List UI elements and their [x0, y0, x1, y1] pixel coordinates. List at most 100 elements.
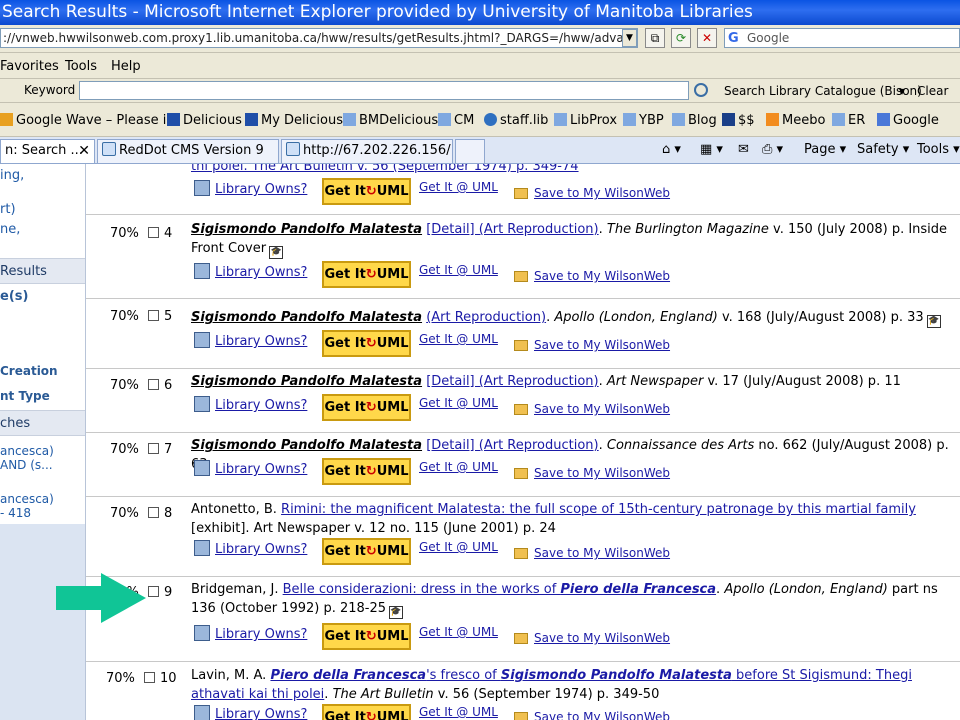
page-menu[interactable]: Page ▾: [804, 142, 846, 157]
library-owns-link[interactable]: Library Owns?: [194, 263, 307, 280]
link-bmdelicious[interactable]: BMDelicious: [343, 113, 438, 128]
sidebar-link[interactable]: rt): [0, 202, 16, 217]
sidebar-search-link[interactable]: - 418: [0, 506, 31, 520]
library-owns-link[interactable]: Library Owns?: [194, 396, 307, 413]
clear-button[interactable]: Clear: [917, 84, 948, 98]
link-ybp[interactable]: YBP: [623, 113, 664, 128]
result-divider: [86, 496, 960, 497]
url-field[interactable]: ://vnweb.hwwilsonweb.com.proxy1.lib.uman…: [0, 28, 638, 48]
link-money[interactable]: $$: [722, 113, 755, 128]
sidebar-link-type[interactable]: nt Type: [0, 389, 50, 403]
get-it-uml-button[interactable]: Get It↻UML: [322, 330, 411, 357]
result-checkbox[interactable]: [148, 227, 159, 238]
get-it-uml-button[interactable]: Get It↻UML: [322, 261, 411, 288]
results-list: thi polei. The Art Bulletin v. 56 (Septe…: [86, 164, 960, 720]
new-tab-button[interactable]: [455, 139, 485, 163]
sidebar-link[interactable]: ing,: [0, 168, 24, 183]
save-to-wilsonweb-link[interactable]: Save to My WilsonWeb: [514, 269, 670, 283]
save-to-wilsonweb-link[interactable]: Save to My WilsonWeb: [514, 710, 670, 720]
ie-page-icon: [623, 113, 636, 126]
tab-search-results[interactable]: n: Search ... ✕: [0, 139, 95, 163]
link-google-wave[interactable]: Google Wave – Please i...: [0, 113, 179, 128]
tools-menu[interactable]: Tools ▾: [917, 142, 960, 157]
result-checkbox[interactable]: [148, 586, 159, 597]
sidebar-search-link[interactable]: ancesca): [0, 492, 54, 506]
keyword-input[interactable]: [79, 81, 689, 100]
save-to-wilsonweb-link[interactable]: Save to My WilsonWeb: [514, 546, 670, 560]
link-google[interactable]: Google: [877, 113, 939, 128]
get-it-uml-button[interactable]: Get It↻UML: [322, 538, 411, 565]
library-owns-link[interactable]: Library Owns?: [194, 625, 307, 642]
search-catalogue-button[interactable]: Search Library Catalogue (Bison): [724, 84, 922, 98]
feeds-icon[interactable]: ▦ ▾: [700, 142, 723, 157]
get-it-uml-button[interactable]: Get It↻UML: [322, 394, 411, 421]
safety-menu[interactable]: Safety ▾: [857, 142, 909, 157]
link-cm[interactable]: CM: [438, 113, 474, 128]
link-delicious[interactable]: Delicious: [167, 113, 242, 128]
get-it-at-uml-link[interactable]: Get It @ UML: [419, 705, 498, 719]
save-to-wilsonweb-link[interactable]: Save to My WilsonWeb: [514, 186, 670, 200]
tab-ip-address[interactable]: http://67.202.226.156/...: [281, 139, 453, 163]
save-to-wilsonweb-link[interactable]: Save to My WilsonWeb: [514, 402, 670, 416]
folder-icon: [514, 404, 528, 415]
save-to-wilsonweb-link[interactable]: Save to My WilsonWeb: [514, 631, 670, 645]
result-checkbox[interactable]: [148, 507, 159, 518]
sidebar-link[interactable]: ne,: [0, 222, 20, 237]
keyword-dropdown[interactable]: Keyword ▾: [24, 83, 85, 97]
get-it-uml-button[interactable]: Get It↻UML: [322, 458, 411, 485]
sidebar-search-link[interactable]: AND (s...: [0, 458, 53, 472]
ie-page-icon: [672, 113, 685, 126]
delicious-icon: [245, 113, 258, 126]
sidebar-search-link[interactable]: ancesca): [0, 444, 54, 458]
menu-favorites[interactable]: Favorites: [0, 59, 59, 74]
save-to-wilsonweb-link[interactable]: Save to My WilsonWeb: [514, 338, 670, 352]
catalogue-dropdown-icon[interactable]: ▾: [899, 84, 905, 98]
save-to-wilsonweb-link[interactable]: Save to My WilsonWeb: [514, 466, 670, 480]
get-it-at-uml-link[interactable]: Get It @ UML: [419, 332, 498, 346]
link-my-delicious[interactable]: My Delicious: [245, 113, 343, 128]
result-title-link[interactable]: Belle considerazioni: dress in the works…: [283, 582, 716, 597]
result-checkbox[interactable]: [148, 379, 159, 390]
result-divider: [86, 368, 960, 369]
search-icon[interactable]: [694, 83, 708, 97]
result-checkbox[interactable]: [144, 672, 155, 683]
get-it-at-uml-link[interactable]: Get It @ UML: [419, 460, 498, 474]
stop-icon[interactable]: ✕: [697, 28, 717, 48]
link-er[interactable]: ER: [832, 113, 865, 128]
result-number: 5: [164, 309, 173, 324]
print-icon[interactable]: ⎙ ▾: [762, 142, 783, 157]
compat-view-icon[interactable]: ⧉: [645, 28, 665, 48]
get-it-at-uml-link[interactable]: Get It @ UML: [419, 396, 498, 410]
ie-page-icon: [832, 113, 845, 126]
result-checkbox[interactable]: [148, 310, 159, 321]
get-it-uml-button[interactable]: Get It↻UML: [322, 623, 411, 650]
menu-help[interactable]: Help: [111, 59, 141, 74]
library-owns-link[interactable]: Library Owns?: [194, 332, 307, 349]
left-sidebar: ing, rt) ne, Results e(s) Creation nt Ty…: [0, 164, 86, 720]
library-owns-link[interactable]: Library Owns?: [194, 460, 307, 477]
result-checkbox[interactable]: [148, 443, 159, 454]
get-it-uml-button[interactable]: Get It↻UML: [322, 178, 411, 205]
close-icon[interactable]: ✕: [78, 140, 90, 162]
tab-reddot-cms[interactable]: RedDot CMS Version 9: [97, 139, 279, 163]
sidebar-link[interactable]: e(s): [0, 289, 28, 304]
google-search-input[interactable]: G Google: [724, 28, 960, 48]
get-it-at-uml-link[interactable]: Get It @ UML: [419, 180, 498, 194]
link-blog[interactable]: Blog: [672, 113, 717, 128]
get-it-at-uml-link[interactable]: Get It @ UML: [419, 540, 498, 554]
mail-icon[interactable]: ✉: [738, 142, 749, 157]
link-libprox[interactable]: LibProx: [554, 113, 617, 128]
library-owns-link[interactable]: Library Owns?: [194, 180, 307, 197]
menu-tools[interactable]: Tools: [65, 59, 97, 74]
sidebar-link-creation[interactable]: Creation: [0, 364, 58, 378]
refresh-icon[interactable]: ⟳: [671, 28, 691, 48]
url-dropdown-icon[interactable]: ▼: [622, 29, 637, 47]
library-owns-link[interactable]: Library Owns?: [194, 540, 307, 557]
link-staff-lib[interactable]: staff.lib: [484, 113, 548, 128]
home-icon[interactable]: ⌂ ▾: [662, 142, 681, 157]
library-owns-link[interactable]: Library Owns?: [194, 705, 307, 720]
link-meebo[interactable]: Meebo: [766, 113, 825, 128]
get-it-uml-button[interactable]: Get It↻UML: [322, 704, 411, 720]
get-it-at-uml-link[interactable]: Get It @ UML: [419, 263, 498, 277]
get-it-at-uml-link[interactable]: Get It @ UML: [419, 625, 498, 639]
